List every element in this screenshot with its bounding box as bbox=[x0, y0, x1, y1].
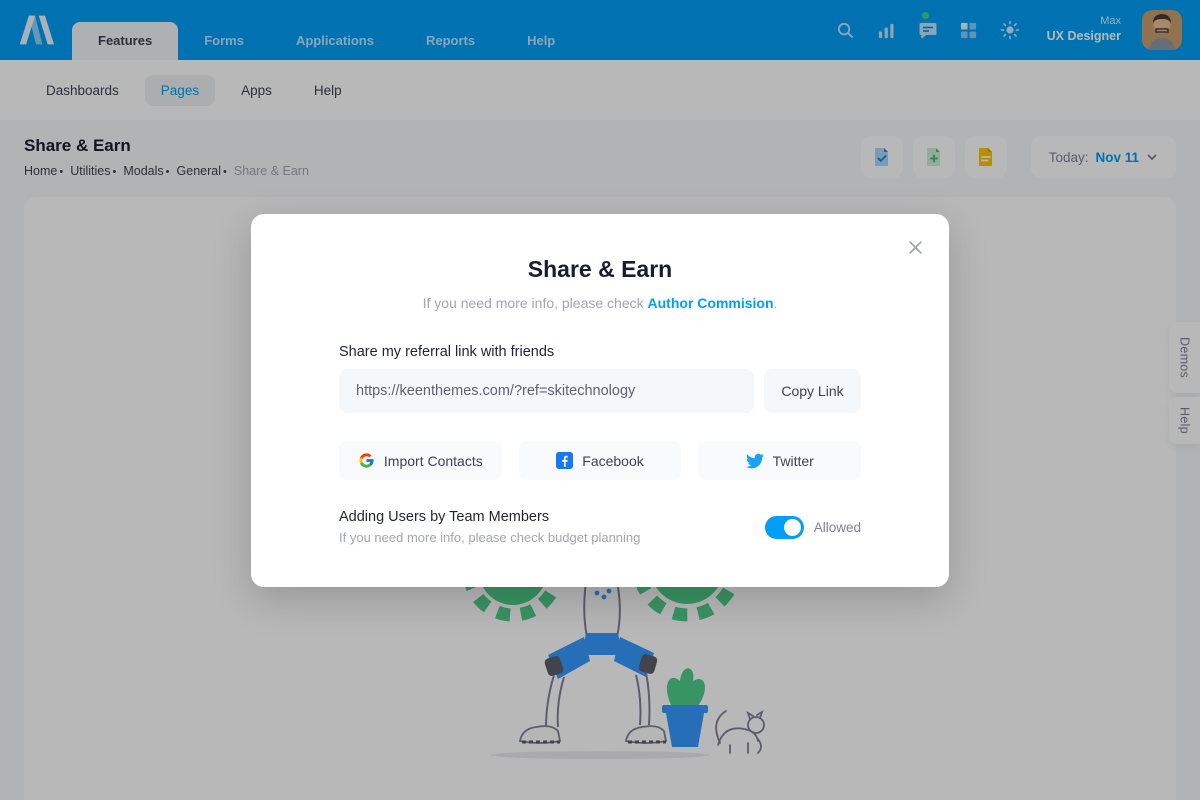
allowed-toggle[interactable] bbox=[765, 516, 804, 539]
referral-row: Copy Link bbox=[339, 369, 861, 413]
social-buttons: Import Contacts Facebook Twitter bbox=[339, 441, 861, 480]
team-members-setting-row: Adding Users by Team Members If you need… bbox=[339, 509, 861, 545]
subtitle-text: If you need more info, please check bbox=[423, 295, 648, 311]
social-button-label: Facebook bbox=[582, 453, 643, 469]
google-icon bbox=[358, 452, 375, 469]
import-contacts-button[interactable]: Import Contacts bbox=[339, 441, 502, 480]
toggle-text-block: Adding Users by Team Members If you need… bbox=[339, 509, 640, 545]
modal-subtitle: If you need more info, please check Auth… bbox=[339, 295, 861, 311]
toggle-control: Allowed bbox=[765, 516, 861, 539]
social-button-label: Twitter bbox=[773, 453, 814, 469]
toggle-title: Adding Users by Team Members bbox=[339, 509, 640, 525]
toggle-state-label: Allowed bbox=[814, 520, 861, 535]
referral-label: Share my referral link with friends bbox=[339, 344, 861, 360]
facebook-icon bbox=[556, 452, 573, 469]
subtitle-period: . bbox=[774, 295, 778, 311]
close-icon[interactable] bbox=[908, 240, 923, 255]
toggle-subtitle: If you need more info, please check budg… bbox=[339, 530, 640, 545]
author-commission-link[interactable]: Author Commision bbox=[648, 295, 774, 311]
share-earn-modal: Share & Earn If you need more info, plea… bbox=[251, 214, 949, 587]
copy-link-button[interactable]: Copy Link bbox=[764, 369, 861, 413]
twitter-icon bbox=[746, 452, 764, 470]
toggle-knob bbox=[784, 519, 801, 536]
twitter-button[interactable]: Twitter bbox=[698, 441, 861, 480]
referral-link-input[interactable] bbox=[339, 369, 754, 413]
modal-title: Share & Earn bbox=[339, 256, 861, 283]
social-button-label: Import Contacts bbox=[384, 453, 483, 469]
facebook-button[interactable]: Facebook bbox=[519, 441, 682, 480]
